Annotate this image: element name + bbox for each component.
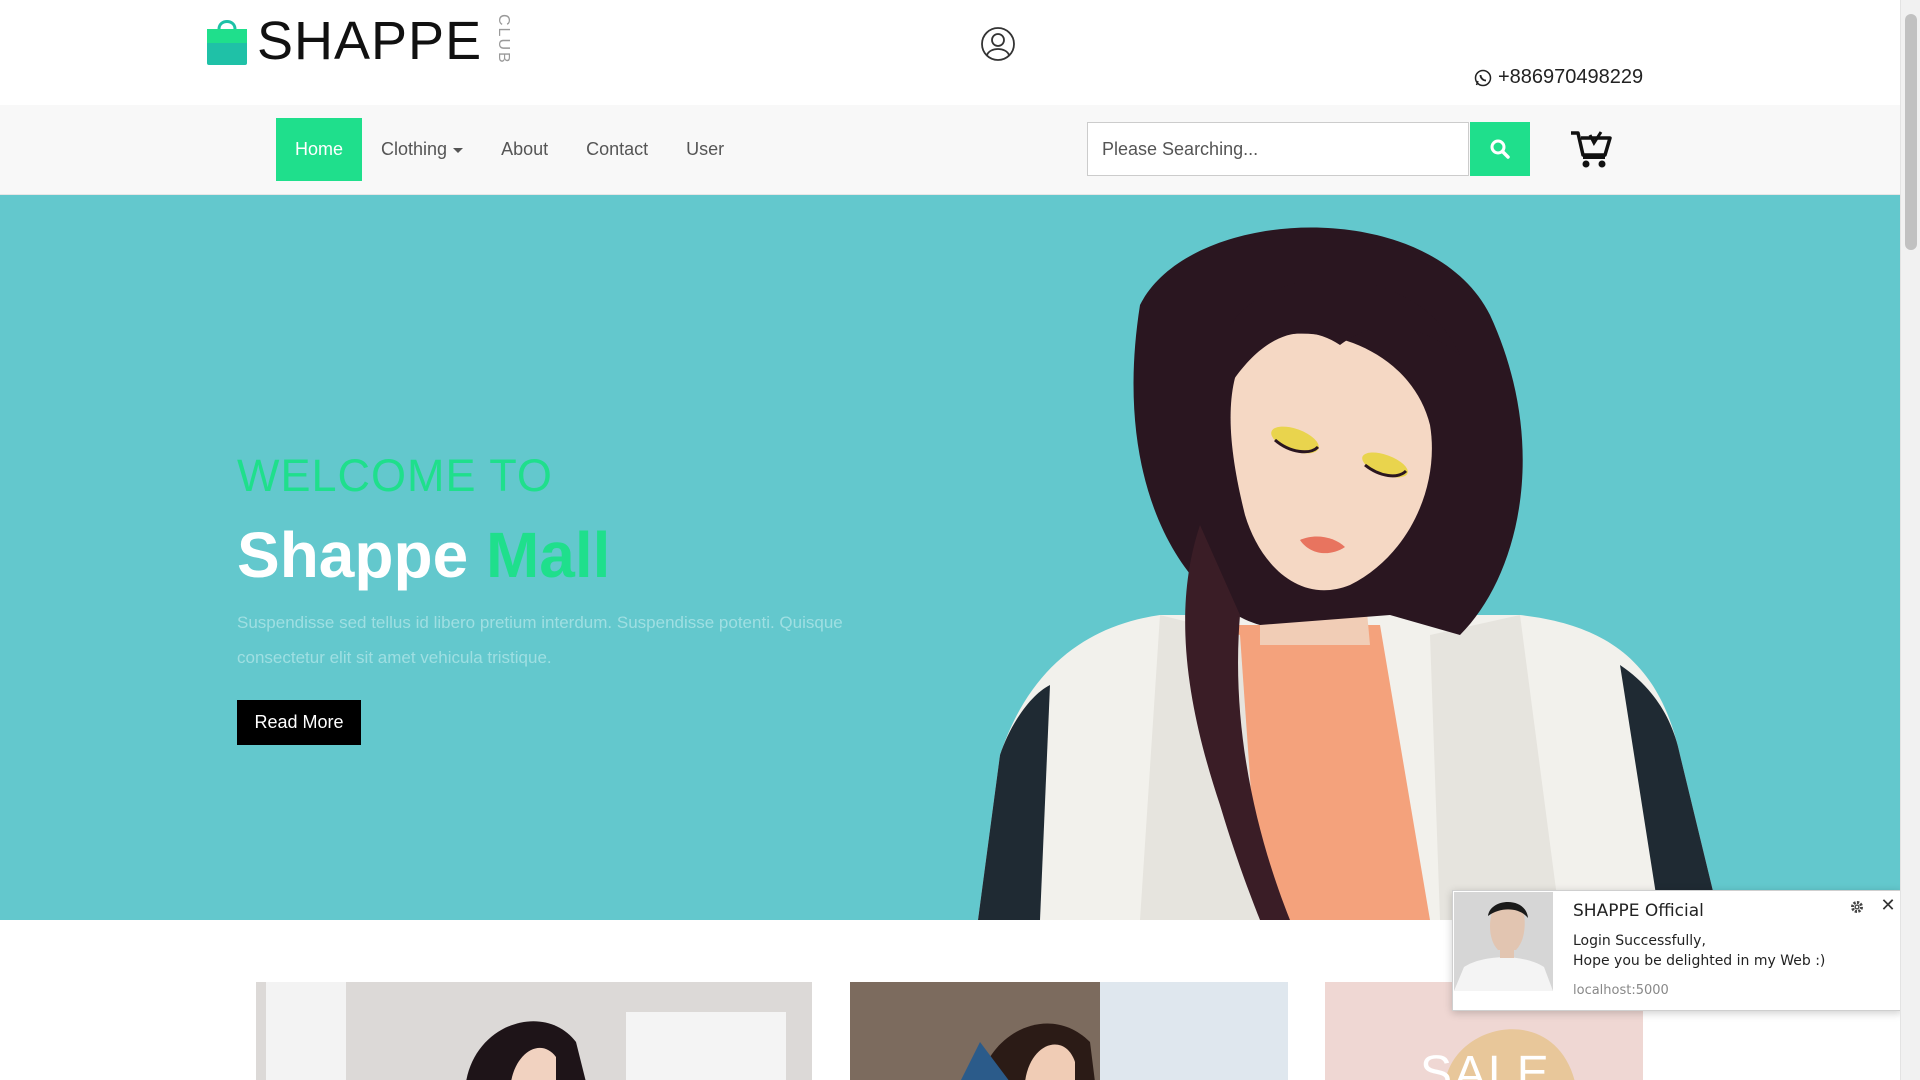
brand-name: SHAPPE [257,11,483,71]
page-scrollbar[interactable] [1900,0,1920,1080]
nav-menu: Home Clothing About Contact User [276,118,743,181]
hero-subtitle: WELCOME TO [237,450,553,501]
nav-item-label: Home [295,139,344,159]
product-image [256,982,812,1080]
main-navbar: Home Clothing About Contact User [0,105,1900,195]
read-more-button[interactable]: Read More [237,700,361,745]
product-card-1[interactable] [256,982,812,1080]
product-card-2[interactable] [850,982,1288,1080]
contact-phone[interactable]: +886970498229 [1474,66,1643,89]
search-icon [1490,139,1510,159]
shopping-bag-icon [207,20,247,65]
top-bar: SHAPPE CLUB +886970498229 [0,0,1900,105]
hero-banner: WELCOME TO Shappe Mall Suspendisse sed t… [0,195,1900,920]
hero-title: Shappe Mall [237,518,610,592]
nav-item-label: Clothing [381,139,448,159]
hero-title-main: Shappe [237,519,469,591]
brand-logo[interactable]: SHAPPE CLUB [205,12,512,70]
user-circle-icon[interactable] [980,26,1016,62]
nav-item-home[interactable]: Home [276,118,363,181]
sale-label: SALE [1420,1047,1551,1080]
nav-item-contact[interactable]: Contact [567,118,667,181]
hero-model-image [978,227,1720,920]
page: SHAPPE CLUB +886970498229 Home Clothing … [0,0,1900,1080]
login-notification[interactable]: SHAPPE Official Login Successfully, Hope… [1452,890,1900,1011]
nav-item-about[interactable]: About [482,118,567,181]
nav-item-label: About [501,139,549,159]
notification-title: SHAPPE Official [1573,901,1704,921]
notification-message-line1: Login Successfully, [1573,933,1706,949]
product-image [850,982,1288,1080]
gear-icon[interactable] [1849,899,1865,915]
search-input[interactable] [1087,122,1469,176]
caret-down-icon [453,147,464,153]
notification-message-line2: Hope you be delighted in my Web :) [1573,953,1826,969]
close-icon[interactable]: ✕ [1879,897,1897,915]
hero-description: Suspendisse sed tellus id libero pretium… [237,613,843,667]
nav-item-clothing[interactable]: Clothing [362,118,482,181]
scrollbar-thumb[interactable] [1905,14,1917,250]
phone-number: +886970498229 [1498,66,1644,88]
notification-source: localhost:5000 [1573,983,1669,998]
nav-item-label: User [686,139,725,159]
brand-tag: CLUB [495,14,513,65]
hero-title-accent: Mall [485,519,611,591]
search-button[interactable] [1470,122,1530,176]
whatsapp-icon [1474,69,1492,86]
cart-icon[interactable] [1570,129,1612,169]
nav-item-user[interactable]: User [667,118,743,181]
notification-avatar [1454,892,1553,991]
nav-item-label: Contact [586,139,649,159]
